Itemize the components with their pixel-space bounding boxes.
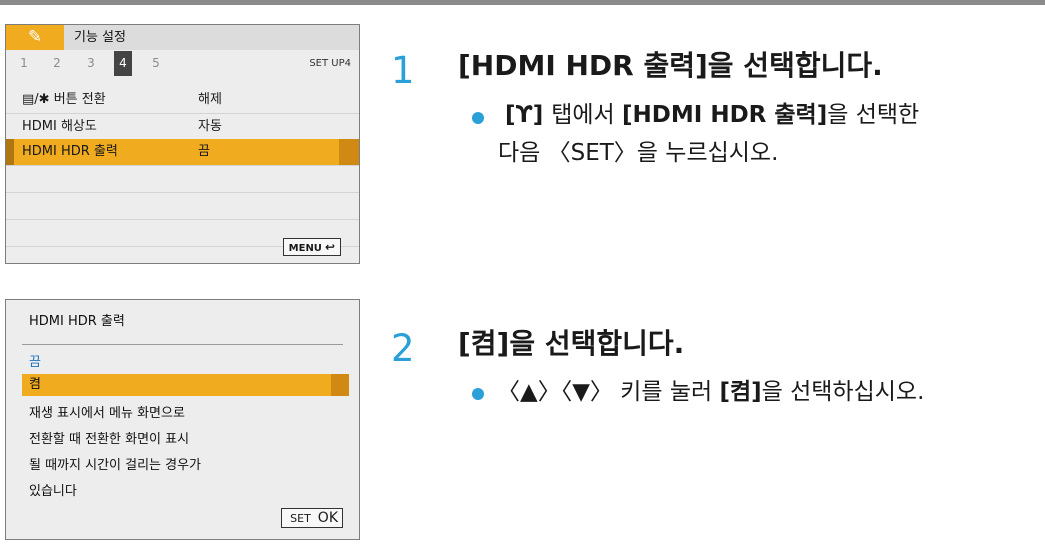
bracket-open: [ [505, 102, 516, 128]
step-2-instruction: 〈▲〉〈▼〉 키를 눌러 [켬]을 선택하십시오. [497, 374, 924, 412]
instruction-line-2: 다음 〈SET〉을 누르십시오. [498, 139, 779, 166]
set-ok-button[interactable]: SET OK [281, 508, 343, 528]
tab-number-row: 1 2 3 4 5 SET UP4 [6, 51, 359, 76]
menu-row-label: HDMI 해상도 [22, 119, 97, 134]
bracket-close: ] [532, 102, 552, 128]
instruction-text: 을 선택하십시오. [761, 379, 925, 405]
camera-menu-screen-hdr-output: HDMI HDR 출력 끔 켬 재생 표시에서 메뉴 화면으로 전환할 때 전환… [5, 299, 360, 540]
instruction-text: 탭에서 [551, 102, 623, 128]
description-line: 될 때까지 시간이 걸리는 경우가 [29, 458, 202, 473]
ok-label: OK [317, 510, 338, 526]
tab-number-5[interactable]: 5 [147, 51, 165, 76]
wrench-tab-icon: ϒ [515, 102, 533, 128]
menu-row-empty [6, 166, 359, 193]
return-arrow-icon: ↩ [324, 240, 335, 254]
option-on[interactable]: 켬 [22, 374, 349, 396]
menu-row-value: 해제 [198, 92, 222, 107]
menu-row-hdmi-hdr-output[interactable]: HDMI HDR 출력 끔 [6, 139, 359, 166]
option-label: 켬 [29, 377, 41, 392]
step-1-title: [HDMI HDR 출력]을 선택합니다. [458, 49, 883, 82]
description-line: 있습니다 [29, 484, 77, 499]
wrench-icon[interactable]: ✎ [6, 25, 64, 50]
tab-code: SET UP4 [309, 58, 351, 69]
menu-row-label: HDMI HDR 출력 [22, 144, 118, 159]
instruction-option-name: [켬] [719, 379, 762, 405]
tab-name: 기능 설정 [74, 30, 126, 45]
bullet-dot [472, 388, 484, 400]
instruction-text: 을 선택한 [827, 102, 920, 128]
step-number-1: 1 [391, 49, 415, 92]
screen-title: HDMI HDR 출력 [29, 314, 125, 329]
option-label: 끔 [29, 355, 41, 370]
tab-number-3[interactable]: 3 [82, 51, 100, 76]
menu-row-hdmi-resolution[interactable]: HDMI 해상도 자동 [6, 114, 359, 141]
menu-label: MENU [288, 243, 322, 254]
bullet-dot [472, 112, 484, 124]
instruction-menu-name: [HDMI HDR 출력] [622, 102, 828, 128]
instruction-text: 〈▲〉〈▼〉 키를 눌러 [497, 379, 720, 405]
tab-number-1[interactable]: 1 [15, 51, 33, 76]
menu-row-value: 자동 [198, 119, 222, 134]
menu-row-button-swap[interactable]: ▤/✱ 버튼 전환 해제 [6, 87, 359, 114]
menu-row-value: 끔 [198, 144, 210, 159]
set-label: SET [290, 512, 311, 525]
description-line: 재생 표시에서 메뉴 화면으로 [29, 406, 185, 421]
option-description: 재생 표시에서 메뉴 화면으로 전환할 때 전환한 화면이 표시 될 때까지 시… [29, 401, 329, 505]
tab-number-4[interactable]: 4 [114, 51, 132, 76]
step-2-title: [켬]을 선택합니다. [458, 327, 685, 360]
top-rule [0, 0, 1045, 5]
tab-number-2[interactable]: 2 [48, 51, 66, 76]
option-off[interactable]: 끔 [22, 352, 349, 374]
title-divider [22, 344, 343, 345]
description-line: 전환할 때 전환한 화면이 표시 [29, 432, 190, 447]
menu-row-label: ▤/✱ 버튼 전환 [22, 92, 106, 107]
step-number-2: 2 [391, 327, 415, 370]
camera-menu-screen-setup: ✎ 기능 설정 1 2 3 4 5 SET UP4 ▤/✱ 버튼 전환 해제 H… [5, 24, 360, 264]
step-1-instruction: [ϒ] 탭에서 [HDMI HDR 출력]을 선택한 다음 〈SET〉을 누르십… [498, 97, 920, 173]
menu-return-button[interactable]: MENU ↩ [282, 238, 341, 256]
menu-row-empty [6, 193, 359, 220]
menu-tab-header: ✎ 기능 설정 [6, 25, 359, 50]
